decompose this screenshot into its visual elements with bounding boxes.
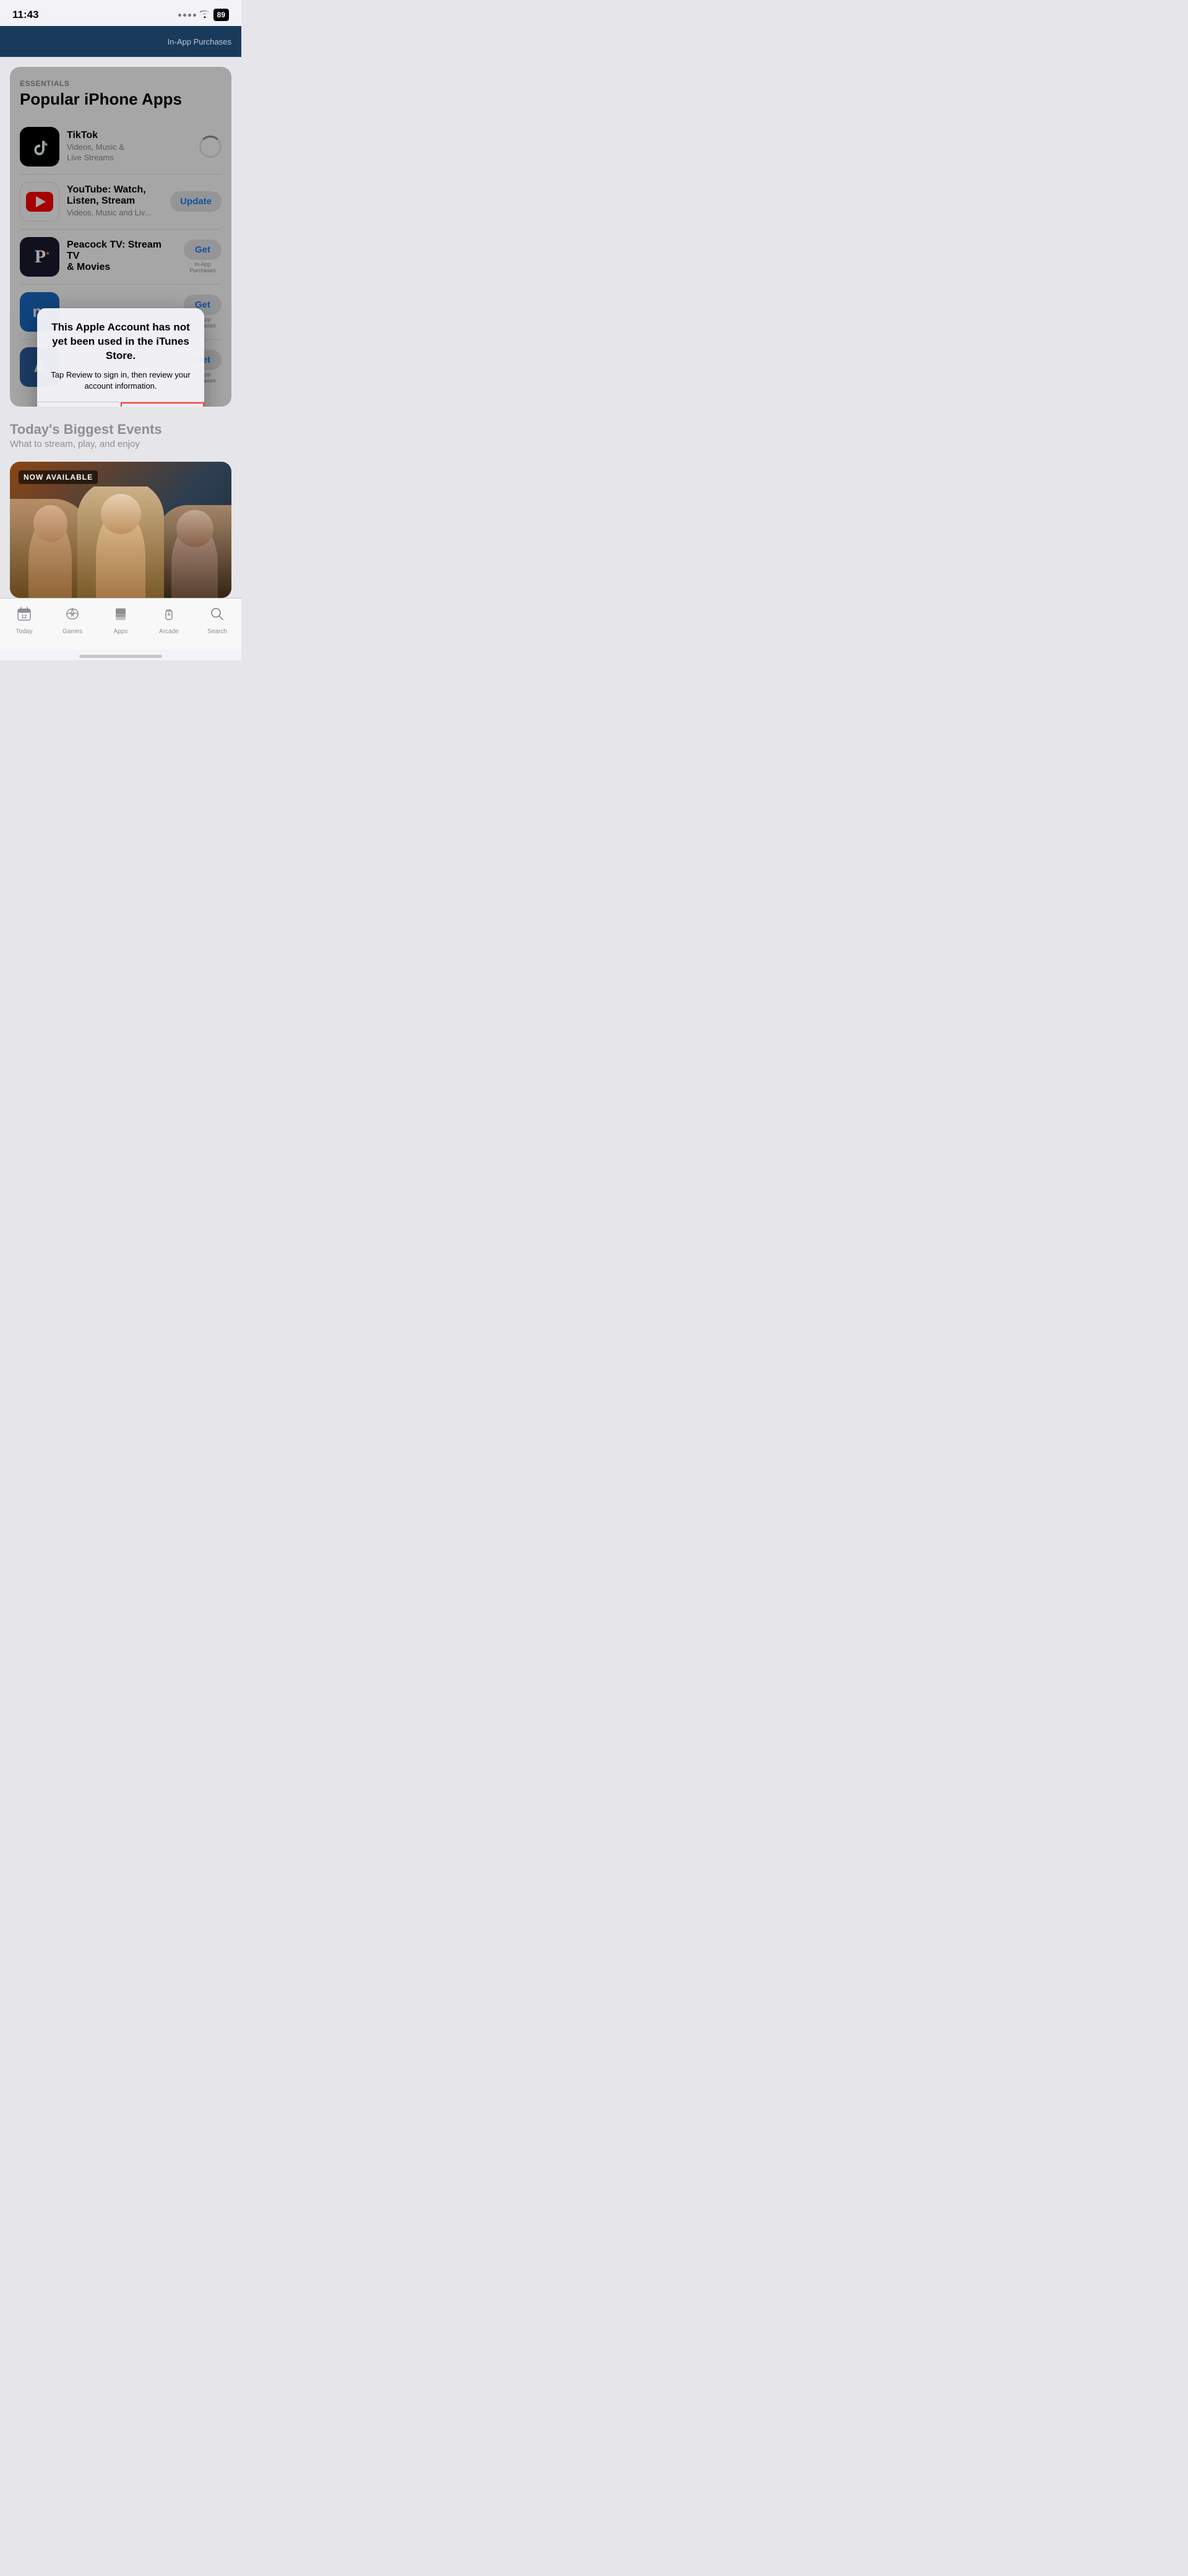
movie-banner[interactable]: NOW AVAILABLE <box>10 462 231 598</box>
main-card: ESSENTIALS Popular iPhone Apps TikTok Vi… <box>10 67 231 407</box>
status-bar: 11:43 89 <box>0 0 241 26</box>
top-banner: In-App Purchases <box>0 26 241 57</box>
dialog-buttons: Cancel Review <box>37 402 204 406</box>
events-subtitle: What to stream, play, and enjoy <box>10 439 231 449</box>
search-label: Search <box>207 628 227 635</box>
svg-text:12: 12 <box>22 614 27 620</box>
character-center <box>77 486 164 598</box>
tab-bar: 12 Today Games App <box>0 598 241 650</box>
cancel-button[interactable]: Cancel <box>37 402 121 406</box>
today-label: Today <box>16 628 33 635</box>
events-title: Today's Biggest Events <box>10 421 231 438</box>
battery-indicator: 89 <box>213 9 229 21</box>
character-right <box>157 505 231 598</box>
movie-characters <box>10 486 231 598</box>
arcade-icon <box>161 606 177 626</box>
top-banner-text: In-App Purchases <box>168 37 231 46</box>
tab-games[interactable]: Games <box>48 603 97 638</box>
status-icons: 89 <box>178 9 229 21</box>
alert-dialog: This Apple Account has not yet been used… <box>37 308 204 407</box>
games-icon <box>64 606 80 626</box>
arcade-label: Arcade <box>159 628 179 635</box>
search-icon <box>209 606 225 626</box>
home-bar <box>79 655 162 658</box>
tab-today[interactable]: 12 Today <box>0 603 48 638</box>
wifi-icon <box>200 10 210 20</box>
games-label: Games <box>62 628 82 635</box>
dialog-body: This Apple Account has not yet been used… <box>37 308 204 402</box>
today-icon: 12 <box>16 606 32 626</box>
home-indicator <box>0 650 241 660</box>
tab-search[interactable]: Search <box>193 603 241 638</box>
signal-icon <box>178 14 196 17</box>
review-button[interactable]: Review <box>121 402 205 406</box>
now-available-badge: NOW AVAILABLE <box>19 470 98 484</box>
dialog-message: Tap Review to sign in, then review your … <box>47 370 194 392</box>
apps-icon <box>113 606 129 626</box>
scroll-area: ESSENTIALS Popular iPhone Apps TikTok Vi… <box>0 67 241 598</box>
events-section: Today's Biggest Events What to stream, p… <box>0 407 241 457</box>
tab-arcade[interactable]: Arcade <box>145 603 193 638</box>
tab-apps[interactable]: Apps <box>97 603 145 638</box>
dialog-title: This Apple Account has not yet been used… <box>47 321 194 363</box>
apps-label: Apps <box>114 628 128 635</box>
status-time: 11:43 <box>12 9 39 21</box>
